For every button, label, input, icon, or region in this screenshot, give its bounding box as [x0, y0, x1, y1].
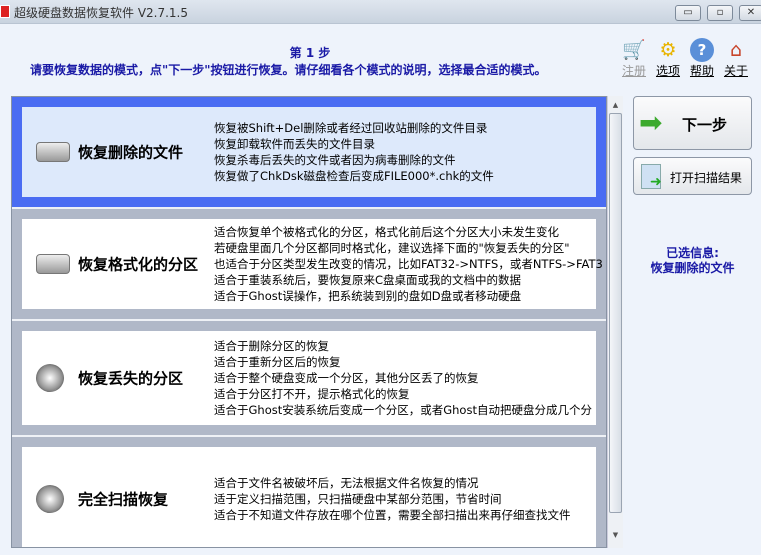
selected-info-value: 恢复删除的文件: [650, 261, 735, 275]
desc-line: 适合于文件名被破坏后，无法根据文件名恢复的情况: [214, 476, 479, 490]
desc-line: 适合于Ghost安装系统后变成一个分区，或者Ghost自动把硬盘分成几个分: [214, 403, 592, 417]
desc-line: 适合于分区打不开，提示格式化的恢复: [214, 387, 410, 401]
help-icon: ?: [690, 38, 714, 62]
options-label: 选项: [655, 64, 680, 78]
open-scan-results-button[interactable]: ➜ 打开扫描结果: [633, 157, 752, 195]
desc-line: 适于定义扫描范围，只扫描硬盘中某部分范围，节省时间: [214, 492, 502, 506]
desc-line: 适合于删除分区的恢复: [214, 339, 329, 353]
scroll-down-arrow-icon[interactable]: ▼: [608, 528, 623, 542]
drive-icon: [36, 254, 70, 274]
drive-icon: [36, 142, 70, 162]
mode-description: 适合于文件名被破坏后，无法根据文件名恢复的情况 适于定义扫描范围，只扫描硬盘中某…: [214, 475, 571, 523]
next-step-button[interactable]: ➡ 下一步: [633, 96, 752, 150]
mode-list: 恢复删除的文件 恢复被Shift+Del删除或者经过回收站删除的文件目录 恢复卸…: [11, 96, 607, 548]
window-title: 超级硬盘数据恢复软件 V2.7.1.5: [14, 6, 189, 20]
desc-line: 恢复做了ChkDsk磁盘检查后变成FILE000*.chk的文件: [214, 169, 494, 183]
scroll-up-arrow-icon[interactable]: ▲: [608, 98, 623, 112]
step-instruction: 请要恢复数据的模式，点"下一步"按钮进行恢复。请仔细看各个模式的说明，选择最合适…: [30, 63, 547, 77]
mode-description: 适合恢复单个被格式化的分区，格式化前后这个分区大小未发生变化 若硬盘里面几个分区…: [214, 224, 603, 304]
desc-line: 适合于不知道文件存放在哪个位置，需要全部扫描出来再仔细查找文件: [214, 508, 571, 522]
mode-formatted-partition[interactable]: 恢复格式化的分区 适合恢复单个被格式化的分区，格式化前后这个分区大小未发生变化 …: [12, 209, 606, 321]
options-button[interactable]: ⚙ 选项: [653, 38, 683, 79]
desc-line: 适合于重装系统后，要恢复原来C盘桌面或我的文档中的数据: [214, 273, 522, 287]
next-label: 下一步: [682, 116, 728, 134]
gear-icon: ⚙: [659, 39, 677, 61]
mode-lost-partition[interactable]: 恢复丢失的分区 适合于删除分区的恢复 适合于重新分区后的恢复 适合于整个硬盘变成…: [12, 321, 606, 437]
help-label: 帮助: [689, 64, 714, 78]
about-button[interactable]: ⌂ 关于: [721, 38, 751, 79]
minimize-button[interactable]: ▭: [675, 5, 701, 21]
file-open-icon: ➜: [641, 164, 662, 190]
mode-full-scan[interactable]: 完全扫描恢复 适合于文件名被破坏后，无法根据文件名恢复的情况 适于定义扫描范围，…: [12, 437, 606, 547]
desc-line: 适合于整个硬盘变成一个分区，其他分区丢了的恢复: [214, 371, 479, 385]
title-bar: 超级硬盘数据恢复软件 V2.7.1.5 ▭ ▫ ✕: [0, 0, 761, 24]
maximize-button[interactable]: ▫: [707, 5, 733, 21]
mode-name: 恢复丢失的分区: [78, 369, 184, 388]
desc-line: 适合于重新分区后的恢复: [214, 355, 341, 369]
register-label: 注册: [621, 64, 646, 78]
help-button[interactable]: ? 帮助: [687, 38, 717, 79]
desc-line: 也适合于分区类型发生改变的情况，比如FAT32->NTFS，或者NTFS->FA…: [214, 257, 603, 271]
step-title: 第 1 步: [289, 46, 331, 60]
about-label: 关于: [723, 64, 748, 78]
mode-deleted-files[interactable]: 恢复删除的文件 恢复被Shift+Del删除或者经过回收站删除的文件目录 恢复卸…: [12, 97, 606, 209]
open-scan-label: 打开扫描结果: [670, 171, 743, 185]
selected-info: 已选信息: 恢复删除的文件: [633, 246, 752, 276]
mode-description: 适合于删除分区的恢复 适合于重新分区后的恢复 适合于整个硬盘变成一个分区，其他分…: [214, 338, 592, 418]
mode-name: 恢复格式化的分区: [78, 255, 199, 274]
desc-line: 恢复杀毒后丢失的文件或者因为病毒删除的文件: [214, 153, 456, 167]
mode-name: 恢复删除的文件: [78, 143, 184, 162]
register-button[interactable]: 🛒 注册: [619, 38, 649, 79]
house-icon: ⌂: [729, 39, 743, 61]
cart-icon: 🛒: [622, 39, 646, 61]
hard-disk-icon: [32, 360, 68, 396]
desc-line: 恢复被Shift+Del删除或者经过回收站删除的文件目录: [214, 121, 488, 135]
desc-line: 适合于Ghost误操作，把系统装到别的盘如D盘或者移动硬盘: [214, 289, 522, 303]
desc-line: 适合恢复单个被格式化的分区，格式化前后这个分区大小未发生变化: [214, 225, 559, 239]
desc-line: 恢复卸载软件而丢失的文件目录: [214, 137, 375, 151]
desc-line: 若硬盘里面几个分区都同时格式化，建议选择下面的"恢复丢失的分区": [214, 241, 570, 255]
selected-info-label: 已选信息:: [666, 246, 719, 260]
scroll-thumb[interactable]: [609, 113, 622, 513]
scrollbar[interactable]: ▲ ▼: [607, 96, 623, 548]
mode-name: 完全扫描恢复: [78, 490, 169, 509]
mode-description: 恢复被Shift+Del删除或者经过回收站删除的文件目录 恢复卸载软件而丢失的文…: [214, 120, 494, 184]
arrow-right-icon: ➡: [639, 106, 663, 139]
close-button[interactable]: ✕: [739, 5, 761, 21]
hard-disk-icon: [32, 481, 68, 517]
app-icon: [0, 5, 10, 18]
